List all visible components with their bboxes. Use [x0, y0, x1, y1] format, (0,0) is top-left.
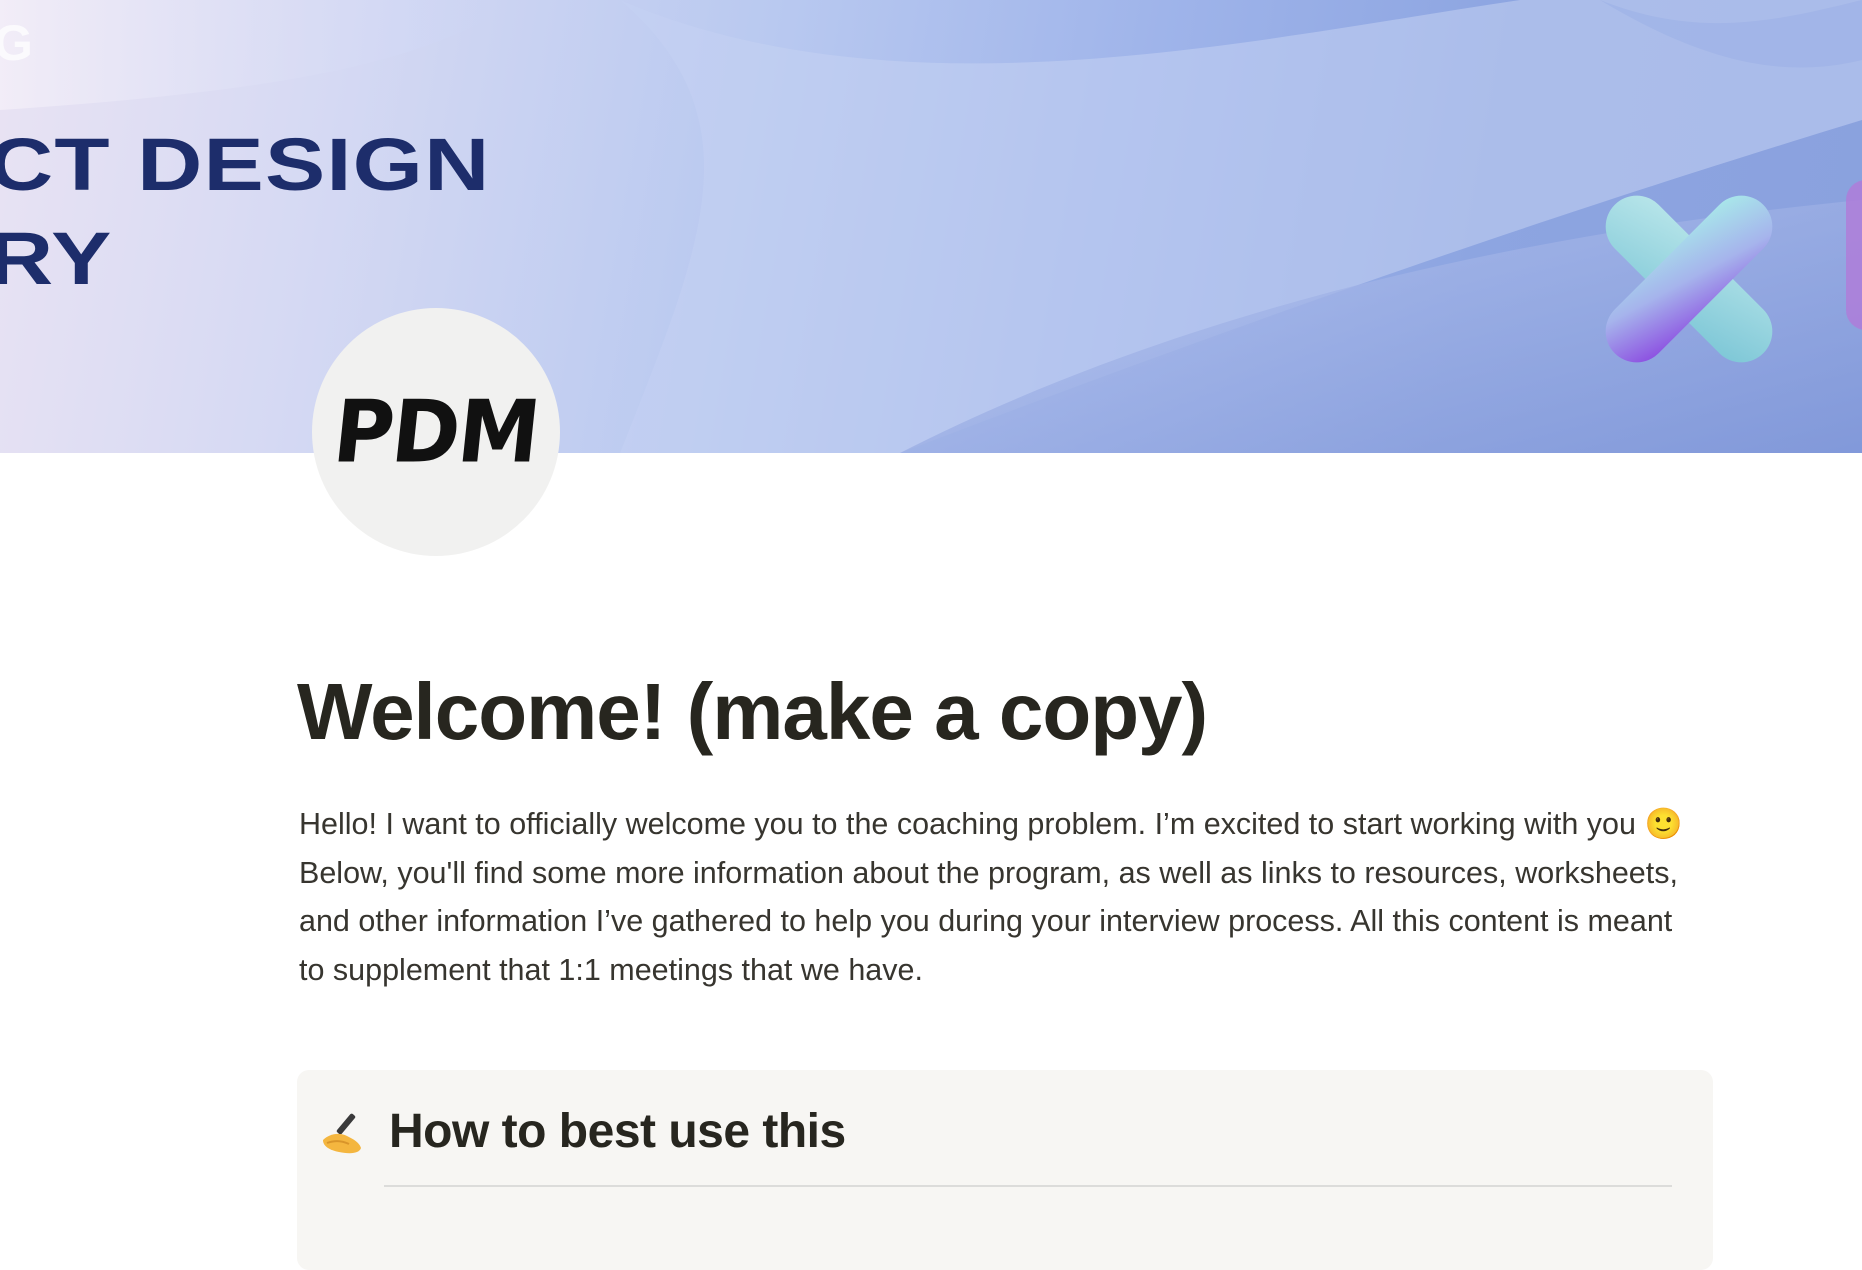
cover-text-line-1: G: [0, 15, 34, 71]
callout-heading[interactable]: How to best use this: [389, 1104, 846, 1159]
smiley-emoji-icon: 🙂: [1644, 807, 1683, 841]
cover-text-line-2: CT DESIGN: [0, 123, 491, 206]
callout-block[interactable]: How to best use this: [297, 1070, 1713, 1270]
page-icon[interactable]: PDM: [312, 308, 560, 556]
writing-hand-icon: [323, 1113, 361, 1154]
intro-paragraph[interactable]: Hello! I want to officially welcome you …: [299, 800, 1703, 994]
page-icon-text: PDM: [328, 382, 544, 482]
page-cover[interactable]: G CT DESIGN RY: [0, 0, 1862, 453]
intro-text-part-1: Hello! I want to officially welcome you …: [299, 807, 1645, 841]
callout-divider: [384, 1185, 1672, 1187]
page-title[interactable]: Welcome! (make a copy): [297, 664, 1697, 760]
cover-text-line-3: RY: [0, 217, 113, 300]
intro-text-part-2: Below, you'll find some more information…: [299, 855, 1678, 987]
cover-3d-cross-shape: [1605, 180, 1862, 363]
